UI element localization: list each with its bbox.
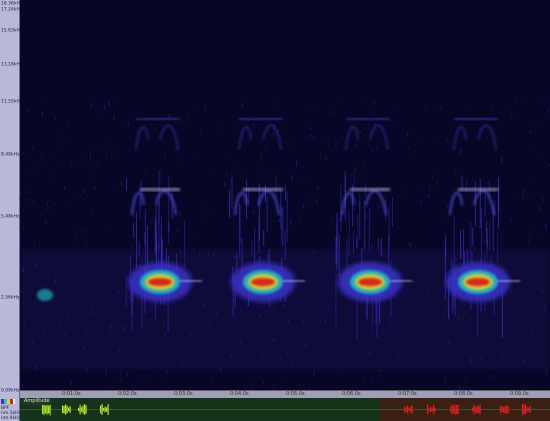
waveform-panel: BPF nm.1kHz nm.4kHz Amplitude <box>0 398 550 421</box>
color-scale-bar <box>1 399 15 404</box>
time-label: 0:02.0s <box>118 391 137 397</box>
freq-label: 8.48kHz <box>1 152 20 158</box>
time-label: 0:08.0s <box>454 391 473 397</box>
color-legend: BPF nm.1kHz nm.4kHz <box>0 398 21 421</box>
time-label: 0:09.0s <box>510 391 529 397</box>
spectrogram-window: 18.36kHz 17.24kHz 15.63kHz 13.18kHz 11.5… <box>0 0 550 421</box>
time-label: 0:06.0s <box>342 391 361 397</box>
freq-label: 2.56kHz <box>1 295 20 301</box>
freq-label: 5.48kHz <box>1 214 20 220</box>
time-label: 0:05.0s <box>286 391 305 397</box>
time-label: 0:04.0s <box>230 391 249 397</box>
time-label: 0:01.0s <box>62 391 81 397</box>
legend-line: nm.4kHz <box>1 416 21 421</box>
spectrogram-canvas[interactable] <box>20 0 550 398</box>
waveform-label: Amplitude <box>22 398 52 405</box>
freq-label: 0.09kHz <box>1 388 20 394</box>
spectrogram-image <box>20 100 550 393</box>
waveform-view[interactable]: Amplitude <box>20 398 550 421</box>
frequency-axis: 18.36kHz 17.24kHz 15.63kHz 13.18kHz 11.5… <box>0 0 22 398</box>
time-label: 0:03.0s <box>174 391 193 397</box>
time-label: 0:07.0s <box>398 391 417 397</box>
waveform-image <box>20 403 550 416</box>
